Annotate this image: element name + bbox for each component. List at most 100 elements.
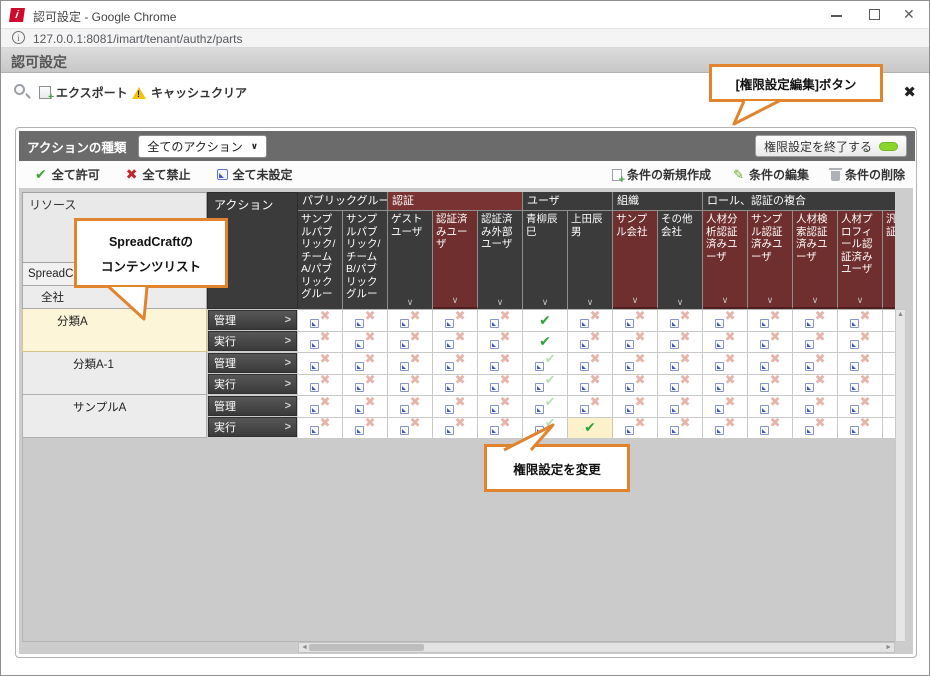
- condition-edit-button[interactable]: ✎ 条件の編集: [733, 166, 809, 183]
- inherit-deny-icon: ✖: [400, 356, 421, 371]
- url-text[interactable]: 127.0.0.1:8081/imart/tenant/authz/parts: [33, 32, 242, 46]
- scroll-left-icon[interactable]: ◄: [301, 643, 308, 653]
- action-type-dropdown[interactable]: 全てのアクション ∨: [138, 135, 267, 158]
- column-header[interactable]: 認証済みユーザ∨: [433, 211, 478, 309]
- intramart-logo-icon: i: [9, 8, 25, 22]
- window-close-button[interactable]: ✕: [903, 6, 915, 23]
- resource-row: 分類A-1管理>実行>: [22, 352, 298, 395]
- permission-cell[interactable]: ✖: [748, 418, 793, 439]
- deny-cross-icon: ✖: [410, 372, 421, 388]
- permission-cell[interactable]: ✖: [703, 418, 748, 439]
- deny-all-label: 全て禁止: [142, 166, 190, 183]
- permission-cell[interactable]: ✖: [883, 310, 895, 332]
- permission-cell[interactable]: ✖: [613, 418, 658, 439]
- permission-cell[interactable]: ✔: [523, 310, 568, 332]
- chevron-down-icon[interactable]: ∨: [388, 296, 432, 309]
- finish-permission-edit-button[interactable]: 権限設定を終了する: [755, 135, 907, 157]
- deny-cross-icon: ✖: [725, 308, 736, 324]
- chevron-down-icon[interactable]: ∨: [748, 294, 792, 307]
- permission-cell[interactable]: ✖: [388, 418, 433, 439]
- permission-cell[interactable]: ✖: [568, 396, 613, 418]
- site-info-icon[interactable]: i: [12, 31, 25, 44]
- cache-clear-button[interactable]: キャッシュクリア: [132, 84, 247, 101]
- column-header[interactable]: その他会社∨: [658, 211, 703, 309]
- inherit-deny-icon: ✖: [625, 420, 646, 435]
- window-maximize-button[interactable]: [869, 9, 880, 20]
- inherit-box-icon: [490, 362, 499, 371]
- chevron-down-icon[interactable]: ∨: [433, 294, 477, 307]
- permission-cell[interactable]: ✖: [883, 375, 895, 397]
- search-button[interactable]: [14, 84, 25, 95]
- inherit-box-icon: [760, 426, 769, 435]
- action-button-execute[interactable]: 実行>: [208, 417, 297, 437]
- horizontal-scrollbar[interactable]: ◄ ►: [298, 642, 895, 653]
- column-header[interactable]: サンプルパブリック/チームB/パブリックグルー: [343, 211, 388, 309]
- chevron-down-icon[interactable]: ∨: [658, 296, 702, 309]
- chevron-down-icon[interactable]: ∨: [613, 294, 657, 307]
- export-button[interactable]: エクスポート: [39, 84, 128, 101]
- deny-cross-icon: ✖: [365, 394, 376, 410]
- column-header[interactable]: サンプル会社∨: [613, 211, 658, 309]
- horizontal-scroll-thumb[interactable]: [309, 644, 424, 651]
- action-button-execute[interactable]: 実行>: [208, 331, 297, 351]
- resource-cell[interactable]: 分類A-1: [22, 352, 207, 395]
- permission-cell[interactable]: ✖: [883, 353, 895, 375]
- condition-new-button[interactable]: 条件の新規作成: [612, 166, 711, 183]
- inherit-box-icon: [850, 340, 859, 349]
- window-minimize-button[interactable]: [831, 15, 842, 17]
- deny-all-button[interactable]: ✖ 全て禁止: [126, 166, 191, 183]
- action-button-manage[interactable]: 管理>: [208, 310, 297, 330]
- permission-cell[interactable]: ✖: [793, 418, 838, 439]
- column-header[interactable]: 認証済み外部ユーザ∨: [478, 211, 523, 309]
- panel-close-icon[interactable]: ✖: [903, 83, 916, 101]
- permission-cell[interactable]: ✖: [343, 418, 388, 439]
- column-header[interactable]: 汎ス理証ユ: [883, 211, 895, 309]
- permission-cell[interactable]: ✖: [838, 418, 883, 439]
- permission-cell[interactable]: ✔: [568, 418, 613, 439]
- resource-cell[interactable]: サンプルA: [22, 395, 207, 438]
- permission-cell[interactable]: ✖: [658, 418, 703, 439]
- column-header[interactable]: 上田辰男∨: [568, 211, 613, 309]
- allow-all-label: 全て許可: [52, 166, 100, 183]
- action-button-manage[interactable]: 管理>: [208, 396, 297, 416]
- page-title: 認可設定: [11, 52, 67, 72]
- column-header[interactable]: 人材分析認証済みユーザ∨: [703, 211, 748, 309]
- deny-cross-icon: ✖: [860, 372, 871, 388]
- column-header[interactable]: 人材プロフィール認証済みユーザ∨: [838, 211, 883, 309]
- inherit-box-icon: [490, 405, 499, 414]
- chevron-down-icon[interactable]: ∨: [703, 294, 747, 307]
- vertical-scrollbar[interactable]: ▲: [895, 309, 906, 642]
- scroll-right-icon[interactable]: ►: [885, 643, 892, 653]
- permission-cell[interactable]: ✖: [433, 418, 478, 439]
- action-button-execute[interactable]: 実行>: [208, 374, 297, 394]
- permission-cell[interactable]: ✖: [883, 332, 895, 354]
- permission-cell[interactable]: ✖: [298, 418, 343, 439]
- action-button-manage[interactable]: 管理>: [208, 353, 297, 373]
- chevron-down-icon[interactable]: ∨: [793, 294, 837, 307]
- column-header[interactable]: ゲストユーザ∨: [388, 211, 433, 309]
- chevron-down-icon[interactable]: ∨: [478, 296, 522, 309]
- allow-all-button[interactable]: ✔ 全て許可: [35, 166, 100, 183]
- column-header[interactable]: 人材検索認証済みユーザ∨: [793, 211, 838, 309]
- scroll-up-icon[interactable]: ▲: [897, 311, 904, 318]
- column-header[interactable]: 青柳辰巳∨: [523, 211, 568, 309]
- unset-all-button[interactable]: 全て未設定: [217, 166, 293, 183]
- action-type-value: 全てのアクション: [147, 138, 242, 155]
- chevron-down-icon[interactable]: ∨: [568, 296, 612, 309]
- chevron-down-icon[interactable]: ∨: [523, 296, 567, 309]
- inherit-deny-icon: ✖: [850, 334, 871, 349]
- condition-delete-button[interactable]: 条件の削除: [831, 166, 905, 183]
- inherit-box-icon: [580, 319, 589, 328]
- inherit-box-icon: [715, 383, 724, 392]
- chevron-down-icon[interactable]: ∨: [838, 294, 882, 307]
- inherit-box-icon: [805, 362, 814, 371]
- inherit-deny-icon: ✖: [670, 399, 691, 414]
- permission-cell[interactable]: ✖: [883, 418, 895, 439]
- column-header[interactable]: サンプル認証済みユーザ∨: [748, 211, 793, 309]
- permission-cell[interactable]: ✖: [883, 396, 895, 418]
- inherit-box-icon: [715, 362, 724, 371]
- column-header[interactable]: サンプルパブリック/チームA/パブリックグルー: [298, 211, 343, 309]
- deny-cross-icon: ✖: [320, 394, 331, 410]
- inherit-deny-icon: ✖: [715, 420, 736, 435]
- deny-cross-icon: ✖: [365, 329, 376, 345]
